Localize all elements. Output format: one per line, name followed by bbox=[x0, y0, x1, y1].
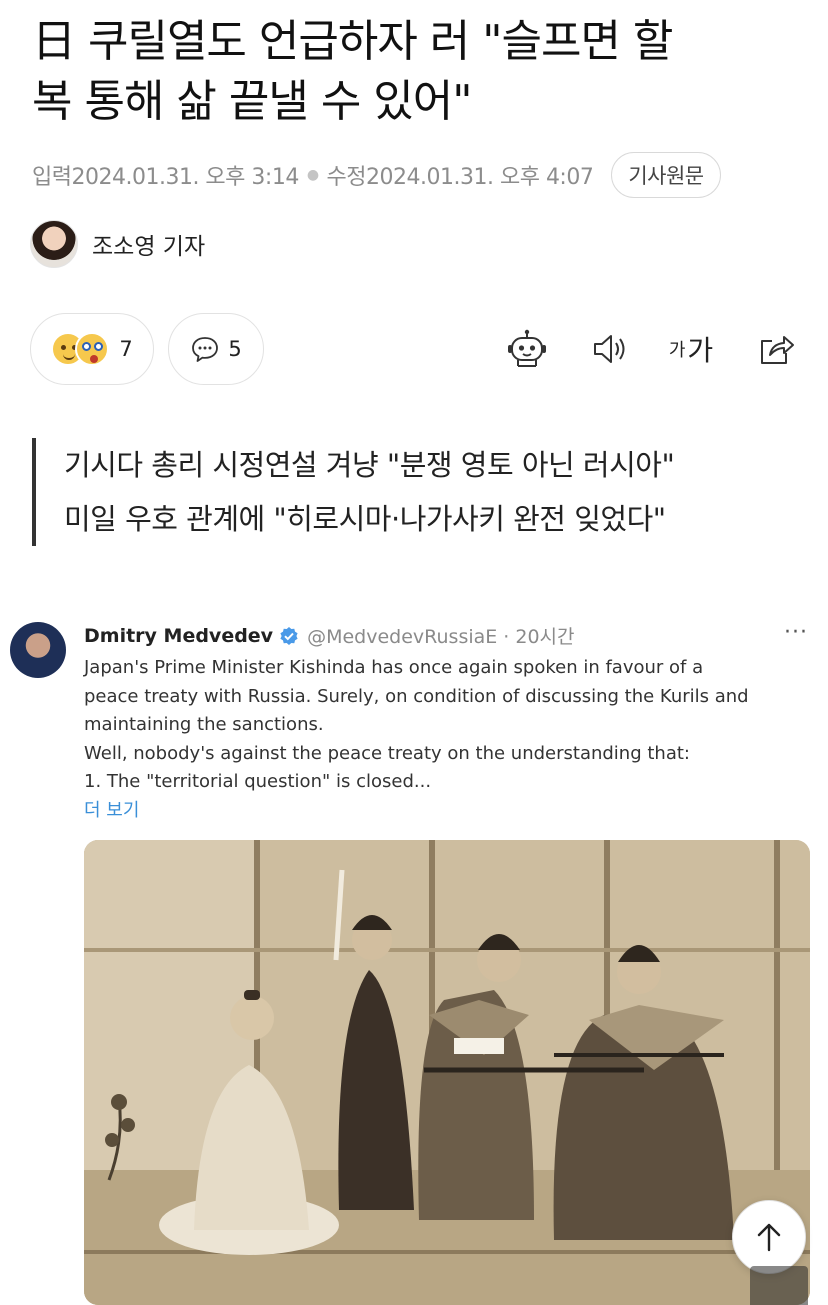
article-meta: 입력 2024.01.31. 오후 3:14 ● 수정 2024.01.31. … bbox=[32, 152, 721, 198]
tweet-line-2: peace treaty with Russia. Surely, on con… bbox=[84, 685, 749, 707]
font-size-button[interactable]: 가가 bbox=[666, 327, 716, 371]
input-time: 2024.01.31. 오후 3:14 bbox=[71, 165, 299, 190]
speaker-icon bbox=[594, 335, 625, 363]
headline-line-1: 日 쿠릴열도 언급하자 러 "슬프면 할 bbox=[32, 16, 673, 67]
tweet-line-1: Japan's Prime Minister Kishinda has once… bbox=[84, 657, 704, 678]
reaction-emojis bbox=[51, 331, 113, 367]
robot-icon bbox=[508, 329, 546, 367]
comment-button[interactable]: 5 bbox=[168, 313, 264, 385]
author-row[interactable]: 조소영 기자 bbox=[30, 220, 205, 268]
subhead-line-1: 기시다 총리 시정연설 겨냥 "분쟁 영토 아닌 러시아" bbox=[64, 448, 675, 482]
headline-line-2: 복 통해 삶 끝낼 수 있어" bbox=[32, 76, 473, 127]
tweet-photo[interactable] bbox=[84, 840, 810, 1305]
tweet-author-name: Dmitry Medvedev bbox=[84, 624, 274, 647]
tweet-more-options[interactable]: ··· bbox=[784, 620, 808, 645]
font-size-large-label: 가 bbox=[687, 334, 714, 367]
share-button[interactable] bbox=[754, 327, 798, 371]
share-icon bbox=[761, 336, 794, 364]
samurai-photo-illustration bbox=[84, 840, 810, 1305]
article-actions: 7 5 가가 bbox=[30, 313, 800, 385]
tweet-author-avatar bbox=[10, 622, 66, 678]
reaction-count: 7 bbox=[119, 337, 133, 361]
embedded-tweet: Dmitry Medvedev @MedvedevRussiaE · 20시간 … bbox=[0, 612, 828, 1305]
summary-bot-button[interactable] bbox=[504, 327, 550, 371]
comment-count: 5 bbox=[228, 337, 242, 361]
tweet-header: Dmitry Medvedev @MedvedevRussiaE · 20시간 bbox=[84, 622, 575, 649]
comment-icon bbox=[192, 337, 219, 362]
meta-separator: ● bbox=[306, 167, 319, 183]
author-avatar bbox=[30, 220, 78, 268]
original-article-button[interactable]: 기사원문 bbox=[611, 152, 721, 198]
tweet-line-5: 1. The "territorial question" is closed.… bbox=[84, 771, 432, 792]
reaction-button[interactable]: 7 bbox=[30, 313, 154, 385]
font-size-small-label: 가 bbox=[668, 340, 686, 361]
modified-label: 수정 bbox=[326, 165, 367, 190]
emoji-surprised-icon bbox=[75, 332, 110, 366]
article-headline: 日 쿠릴열도 언급하자 러 "슬프면 할 복 통해 삶 끝낼 수 있어" bbox=[32, 12, 802, 132]
tweet-line-4: Well, nobody's against the peace treaty … bbox=[84, 742, 690, 764]
scroll-to-top-button[interactable] bbox=[732, 1200, 806, 1274]
tweet-see-more-link[interactable]: 더 보기 bbox=[84, 797, 814, 826]
subhead-line-2: 미일 우호 관계에 "히로시마·나가사키 완전 잊었다" bbox=[64, 502, 666, 536]
tweet-text: Japan's Prime Minister Kishinda has once… bbox=[84, 654, 814, 825]
modified-time: 2024.01.31. 오후 4:07 bbox=[366, 165, 594, 190]
arrow-up-icon bbox=[757, 1223, 781, 1252]
tweet-line-3: maintaining the sanctions. bbox=[84, 714, 324, 735]
article-subheading: 기시다 총리 시정연설 겨냥 "분쟁 영토 아닌 러시아" 미일 우호 관계에 … bbox=[32, 438, 792, 546]
author-name[interactable]: 조소영 기자 bbox=[92, 227, 205, 261]
input-label: 입력 bbox=[32, 165, 72, 190]
photo-expand-icon[interactable] bbox=[750, 1266, 808, 1305]
tweet-handle: @MedvedevRussiaE · 20시간 bbox=[307, 626, 575, 648]
read-aloud-button[interactable] bbox=[588, 327, 632, 371]
verified-badge-icon bbox=[280, 626, 298, 645]
